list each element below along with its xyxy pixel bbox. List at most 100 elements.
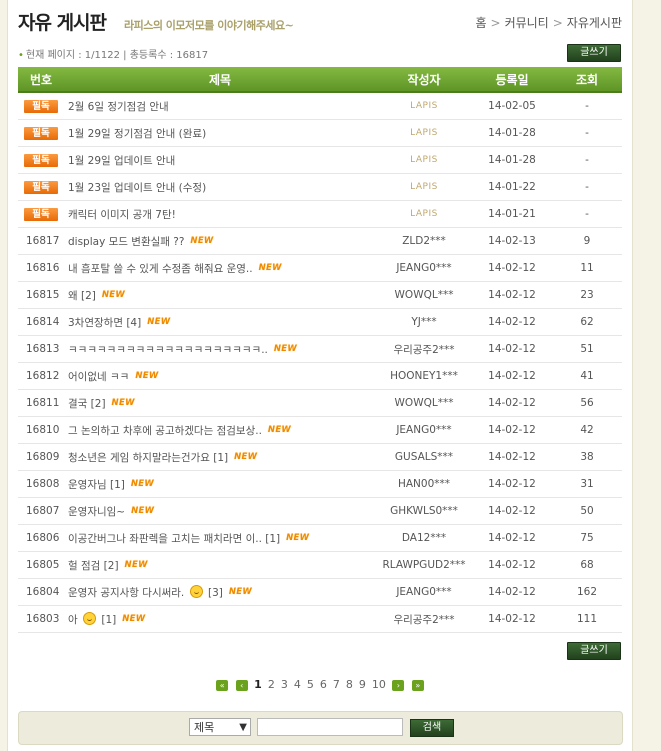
post-row[interactable]: 16804 운영자 공지사항 다시써라. [3] NEW JEANG0*** 14-02… (18, 578, 622, 606)
notice-row[interactable]: 필독 캐릭터 이미지 공개 7탄! LAPIS 14-01-21- (18, 200, 622, 228)
post-subject[interactable]: 청소년은 게임 하지말라는건가요 [1] NEW (64, 443, 376, 471)
post-subject[interactable]: 2월 6일 정기점검 안내 (64, 92, 376, 120)
write-button-bottom[interactable]: 글쓰기 (567, 642, 621, 660)
post-views: 23 (552, 281, 622, 309)
post-title-link[interactable]: 내 흠포탈 쓸 수 있게 수정좀 해줘요 운영.. (68, 263, 253, 275)
page-title: 자유 게시판 (18, 12, 107, 34)
post-title-link[interactable]: 결국 (68, 398, 87, 410)
post-author: LAPIS (376, 146, 472, 174)
post-row[interactable]: 16803 아 [1] NEW 우리공주2*** 14-02-12 111 (18, 605, 622, 633)
post-title-link[interactable]: ㅋㅋㅋㅋㅋㅋㅋㅋㅋㅋㅋㅋㅋㅋㅋㅋㅋㅋㅋㅋ.. (68, 344, 268, 356)
post-subject[interactable]: 그 논의하고 차후에 공고하겠다는 점검보상.. NEW (64, 416, 376, 444)
post-title-link[interactable]: 이공간버그나 좌판렉을 고치는 패치라면 이.. (68, 533, 262, 545)
post-subject[interactable]: 운영자니임~ NEW (64, 497, 376, 525)
post-subject[interactable]: display 모드 변환실패 ?? NEW (64, 227, 376, 255)
search-field-select[interactable]: 제목 ▼ (189, 718, 251, 736)
notice-badge: 필독 (24, 207, 58, 221)
post-views: 31 (552, 470, 622, 498)
post-author: LAPIS (376, 92, 472, 120)
post-title-link[interactable]: display 모드 변환실패 ?? (68, 236, 184, 248)
post-row[interactable]: 16807 운영자니임~ NEW GHKWLS0*** 14-02-12 50 (18, 497, 622, 525)
post-row[interactable]: 16806 이공간버그나 좌판렉을 고치는 패치라면 이.. [1] NEW DA12… (18, 524, 622, 552)
page-number[interactable]: 9 (359, 678, 366, 691)
notice-badge: 필독 (24, 99, 58, 113)
post-number: 16803 (18, 605, 64, 633)
page-number[interactable]: 3 (281, 678, 288, 691)
post-views: 41 (552, 362, 622, 390)
post-row[interactable]: 16813 ㅋㅋㅋㅋㅋㅋㅋㅋㅋㅋㅋㅋㅋㅋㅋㅋㅋㅋㅋㅋ.. NEW 우리공주2*** 14… (18, 335, 622, 363)
notice-badge-cell: 필독 (18, 92, 64, 120)
post-subject[interactable]: 어이없네 ㅋㅋ NEW (64, 362, 376, 390)
page-number[interactable]: 6 (320, 678, 327, 691)
notice-row[interactable]: 필독 1월 23일 업데이트 안내 (수정) LAPIS 14-01-22- (18, 173, 622, 201)
post-date: 14-02-12 (472, 281, 552, 309)
post-row[interactable]: 16809 청소년은 게임 하지말라는건가요 [1] NEW GUSALS*** 14-… (18, 443, 622, 471)
post-title-link[interactable]: 헐 점검 (68, 560, 100, 572)
post-views: 9 (552, 227, 622, 255)
right-icon[interactable]: › (392, 679, 405, 691)
post-subject[interactable]: 3차연장하면 [4] NEW (64, 308, 376, 336)
post-row[interactable]: 16814 3차연장하면 [4] NEW YJ*** 14-02-12 62 (18, 308, 622, 336)
new-badge-icon: NEW (228, 586, 253, 597)
post-subject[interactable]: 운영자님 [1] NEW (64, 470, 376, 498)
post-subject[interactable]: 결국 [2] NEW (64, 389, 376, 417)
post-title-link[interactable]: 1월 29일 정기점검 안내 (완료) (68, 128, 206, 140)
notice-badge: 필독 (24, 180, 58, 194)
post-subject[interactable]: ㅋㅋㅋㅋㅋㅋㅋㅋㅋㅋㅋㅋㅋㅋㅋㅋㅋㅋㅋㅋ.. NEW (64, 335, 376, 363)
double-left-icon[interactable]: « (216, 679, 229, 691)
page-number[interactable]: 7 (333, 678, 340, 691)
post-subject[interactable]: 왜 [2] NEW (64, 281, 376, 309)
post-subject[interactable]: 운영자 공지사항 다시써라. [3] NEW (64, 578, 376, 606)
post-subject[interactable]: 1월 29일 업데이트 안내 (64, 146, 376, 174)
post-title-link[interactable]: 그 논의하고 차후에 공고하겠다는 점검보상.. (68, 425, 262, 437)
comment-count: [1] (101, 613, 117, 626)
post-title-link[interactable]: 운영자니임~ (68, 506, 125, 518)
page-number[interactable]: 2 (268, 678, 275, 691)
left-icon[interactable]: ‹ (235, 679, 248, 691)
breadcrumb-community[interactable]: 커뮤니티 (505, 16, 549, 30)
post-subject[interactable]: 헐 점검 [2] NEW (64, 551, 376, 579)
post-title-link[interactable]: 아 (68, 614, 78, 626)
column-header-subject: 제목 (64, 67, 376, 93)
post-title-link[interactable]: 운영자님 (68, 479, 107, 491)
post-title-link[interactable]: 2월 6일 정기점검 안내 (68, 101, 169, 113)
breadcrumb-current[interactable]: 자유게시판 (567, 16, 622, 30)
page-number[interactable]: 8 (346, 678, 353, 691)
post-title-link[interactable]: 3차연장하면 (68, 317, 123, 329)
post-row[interactable]: 16810 그 논의하고 차후에 공고하겠다는 점검보상.. NEW JEANG0**… (18, 416, 622, 444)
notice-row[interactable]: 필독 1월 29일 정기점검 안내 (완료) LAPIS 14-01-28- (18, 119, 622, 147)
post-row[interactable]: 16811 결국 [2] NEW WOWQL*** 14-02-12 56 (18, 389, 622, 417)
post-subject[interactable]: 캐릭터 이미지 공개 7탄! (64, 200, 376, 228)
post-row[interactable]: 16815 왜 [2] NEW WOWQL*** 14-02-12 23 (18, 281, 622, 309)
post-row[interactable]: 16812 어이없네 ㅋㅋ NEW HOONEY1*** 14-02-12 41 (18, 362, 622, 390)
post-title-link[interactable]: 1월 29일 업데이트 안내 (68, 155, 175, 167)
post-title-link[interactable]: 청소년은 게임 하지말라는건가요 (68, 452, 210, 464)
post-row[interactable]: 16817 display 모드 변환실패 ?? NEW ZLD2*** 14-02-1… (18, 227, 622, 255)
post-subject[interactable]: 1월 29일 정기점검 안내 (완료) (64, 119, 376, 147)
notice-row[interactable]: 필독 1월 29일 업데이트 안내 LAPIS 14-01-28- (18, 146, 622, 174)
post-title-link[interactable]: 1월 23일 업데이트 안내 (수정) (68, 182, 206, 194)
page-number[interactable]: 5 (307, 678, 314, 691)
post-subject[interactable]: 1월 23일 업데이트 안내 (수정) (64, 173, 376, 201)
search-input[interactable] (257, 718, 403, 736)
post-title-link[interactable]: 운영자 공지사항 다시써라. (68, 587, 184, 599)
post-subject[interactable]: 아 [1] NEW (64, 605, 376, 633)
post-row[interactable]: 16805 헐 점검 [2] NEW RLAWPGUD2*** 14-02-12 68 (18, 551, 622, 579)
page-number[interactable]: 1 (254, 678, 262, 691)
post-subject[interactable]: 내 흠포탈 쓸 수 있게 수정좀 해줘요 운영.. NEW (64, 254, 376, 282)
page-number[interactable]: 10 (372, 678, 386, 691)
post-title-link[interactable]: 캐릭터 이미지 공개 7탄! (68, 209, 176, 221)
page-number[interactable]: 4 (294, 678, 301, 691)
new-badge-icon: NEW (147, 316, 171, 327)
post-title-link[interactable]: 어이없네 ㅋㅋ (68, 371, 129, 383)
write-button-top[interactable]: 글쓰기 (567, 44, 621, 62)
page-info: • 현재 페이지 : 1/1122 | 총등록수 : 16817 (18, 46, 208, 61)
search-button[interactable]: 검색 (410, 719, 454, 737)
post-row[interactable]: 16816 내 흠포탈 쓸 수 있게 수정좀 해줘요 운영.. NEW JEANG0*… (18, 254, 622, 282)
notice-row[interactable]: 필독 2월 6일 정기점검 안내 LAPIS 14-02-05- (18, 92, 622, 120)
post-row[interactable]: 16808 운영자님 [1] NEW HAN00*** 14-02-12 31 (18, 470, 622, 498)
post-title-link[interactable]: 왜 (68, 290, 78, 302)
breadcrumb-home[interactable]: 홈 (475, 16, 486, 30)
double-right-icon[interactable]: » (411, 679, 424, 691)
post-subject[interactable]: 이공간버그나 좌판렉을 고치는 패치라면 이.. [1] NEW (64, 524, 376, 552)
